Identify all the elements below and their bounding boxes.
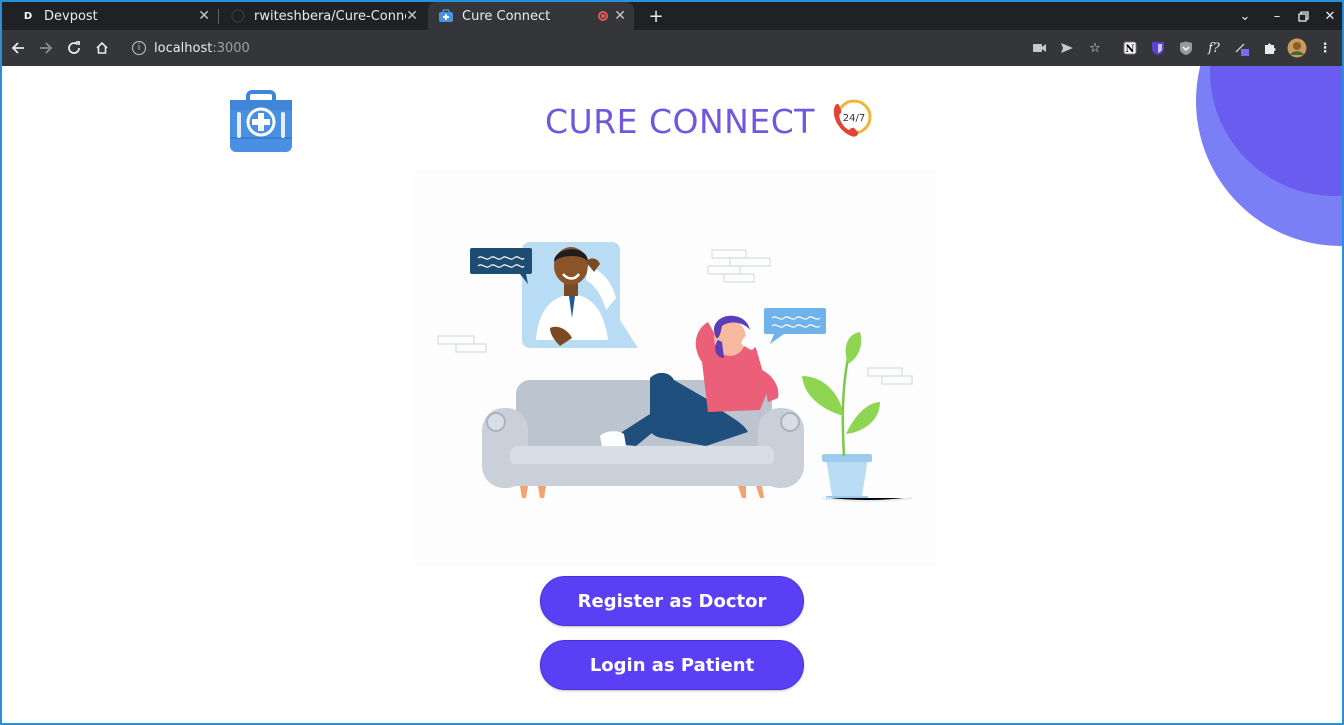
send-icon[interactable]: [1057, 38, 1077, 58]
minimize-icon[interactable]: –: [1266, 6, 1288, 26]
tab-search-icon[interactable]: ⌄: [1234, 6, 1256, 26]
shield-extension-icon[interactable]: [1176, 38, 1196, 58]
phone-badge-text: 24/7: [843, 113, 865, 124]
svg-text:N: N: [1125, 44, 1134, 55]
close-tab-icon[interactable]: ✕: [406, 8, 418, 24]
browser-toolbar: i localhost :3000 ☆ N f? ⋮: [2, 30, 1342, 66]
close-tab-icon[interactable]: ✕: [614, 8, 626, 24]
bookmark-star-icon[interactable]: ☆: [1085, 38, 1105, 58]
tab-cure-connect[interactable]: Cure Connect ✕: [428, 2, 634, 30]
home-icon[interactable]: [90, 36, 114, 60]
hero-illustration: [412, 170, 936, 566]
color-picker-extension-icon[interactable]: [1232, 38, 1252, 58]
close-window-icon[interactable]: ✕: [1319, 6, 1341, 26]
tab-devpost[interactable]: D Devpost ✕: [10, 2, 218, 30]
browser-window: D Devpost ✕ rwiteshbera/Cure-Connec ✕ Cu…: [2, 2, 1342, 723]
camera-icon[interactable]: [1030, 38, 1050, 58]
tab-github[interactable]: rwiteshbera/Cure-Connec ✕: [220, 2, 426, 30]
brand-header: CURE CONNECT 24/7: [545, 96, 875, 146]
phone-24-7-icon: 24/7: [829, 96, 875, 146]
page-viewport: CURE CONNECT 24/7 Register as Doctor Log…: [2, 66, 1342, 723]
bitwarden-extension-icon[interactable]: [1148, 38, 1168, 58]
formula-extension-icon[interactable]: f?: [1204, 38, 1224, 58]
profile-avatar[interactable]: [1287, 38, 1307, 58]
url-port: :3000: [212, 40, 250, 56]
github-favicon-icon: [230, 8, 246, 24]
recording-indicator-icon: [598, 11, 608, 21]
medical-kit-logo-icon: [228, 88, 294, 158]
tab-divider: [218, 9, 219, 24]
tab-strip: D Devpost ✕ rwiteshbera/Cure-Connec ✕ Cu…: [2, 2, 1342, 30]
tab-label: Devpost: [44, 8, 98, 24]
tab-label: rwiteshbera/Cure-Connec: [254, 8, 406, 24]
extensions-puzzle-icon[interactable]: [1260, 38, 1280, 58]
login-patient-button[interactable]: Login as Patient: [540, 640, 804, 690]
medical-kit-favicon-icon: [438, 8, 454, 24]
forward-icon[interactable]: [34, 36, 58, 60]
back-icon[interactable]: [6, 36, 30, 60]
site-info-icon[interactable]: i: [132, 41, 146, 55]
tab-label: Cure Connect: [462, 8, 551, 24]
new-tab-button[interactable]: +: [646, 6, 666, 27]
close-tab-icon[interactable]: ✕: [198, 8, 210, 24]
register-doctor-button[interactable]: Register as Doctor: [540, 576, 804, 626]
browser-menu-icon[interactable]: ⋮: [1315, 38, 1335, 58]
notion-extension-icon[interactable]: N: [1120, 38, 1140, 58]
address-bar[interactable]: i localhost :3000: [124, 35, 1024, 61]
restore-icon[interactable]: [1292, 6, 1314, 26]
devpost-favicon-icon: D: [23, 10, 33, 22]
url-host: localhost: [154, 40, 213, 56]
page-title: CURE CONNECT: [545, 101, 815, 141]
reload-icon[interactable]: [62, 36, 86, 60]
